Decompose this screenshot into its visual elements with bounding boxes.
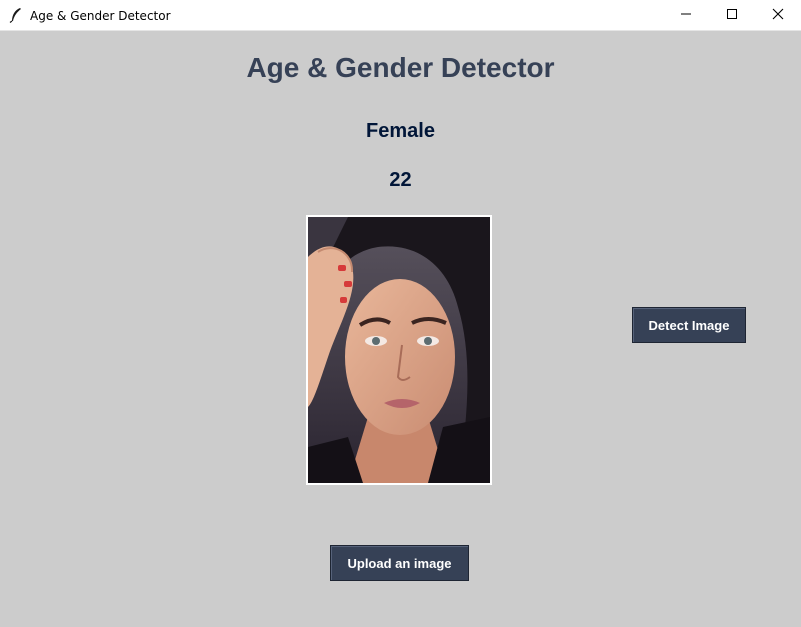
window-titlebar: Age & Gender Detector xyxy=(0,0,801,31)
maximize-button[interactable] xyxy=(709,0,755,31)
age-result: 22 xyxy=(389,169,412,191)
minimize-icon xyxy=(680,7,692,25)
upload-image-button[interactable]: Upload an image xyxy=(330,545,469,581)
window-title: Age & Gender Detector xyxy=(30,9,171,23)
page-title: Age & Gender Detector xyxy=(246,52,555,83)
detect-image-button[interactable]: Detect Image xyxy=(632,307,746,343)
close-button[interactable] xyxy=(755,0,801,31)
minimize-button[interactable] xyxy=(663,0,709,31)
face-photo-icon xyxy=(308,217,490,483)
uploaded-image xyxy=(306,215,492,485)
close-icon xyxy=(772,7,784,25)
feather-icon xyxy=(9,7,23,23)
gender-result: Female xyxy=(366,120,435,142)
maximize-icon xyxy=(726,7,738,25)
